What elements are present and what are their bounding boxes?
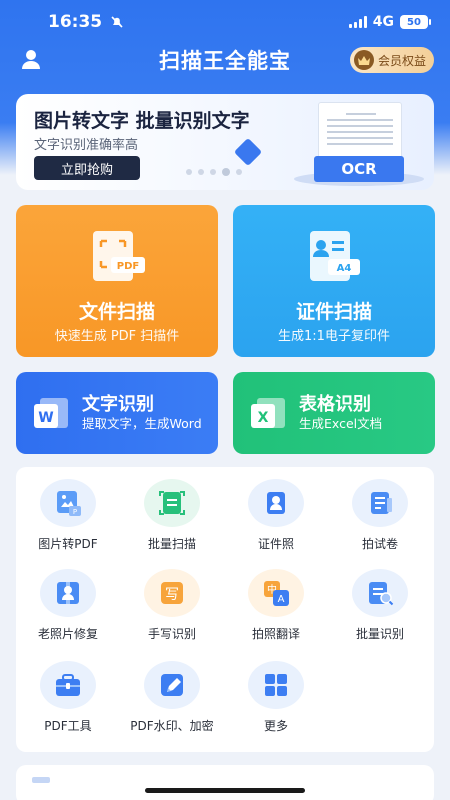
tool-id-photo[interactable]: 证件照 [224, 479, 328, 552]
tool-photo-translate[interactable]: 中A 拍照翻译 [224, 569, 328, 642]
id-scan-title: 证件扫描 [295, 301, 372, 323]
battery-icon: 50 [400, 15, 431, 29]
image-to-pdf-icon: P [57, 491, 81, 516]
id-photo-icon [267, 492, 285, 514]
tool-label: 拍试卷 [361, 537, 398, 551]
pdf-tag: PDF [117, 261, 139, 272]
file-scan-subtitle: 快速生成 PDF 扫描件 [54, 329, 180, 344]
tool-label: 批量扫描 [147, 537, 196, 551]
vip-benefits-button[interactable]: 会员权益 [349, 47, 434, 73]
tool-batch-recognize[interactable]: 批量识别 [328, 569, 432, 642]
app-title: 扫描王全能宝 [159, 49, 291, 73]
promo-banner[interactable]: 图片转文字 批量识别文字 文字识别准确率高 立即抢购 OCR [16, 94, 434, 190]
home-indicator[interactable] [145, 788, 305, 793]
vip-label: 会员权益 [377, 53, 426, 68]
tool-label: PDF水印、加密 [130, 719, 214, 733]
tools-panel: P 图片转PDF 批量扫描 证件照 拍试卷 老照片修复 写 手写识别 中A 拍照… [16, 467, 434, 752]
more-grid-icon [265, 674, 287, 696]
tool-label: 拍照翻译 [251, 627, 300, 641]
id-card-icon: A4 [310, 231, 360, 281]
table-recognition-card[interactable]: X 表格识别 生成Excel文档 [233, 372, 435, 454]
a4-tag: A4 [337, 263, 352, 274]
tool-label: 批量识别 [355, 627, 404, 641]
carousel-dots [186, 168, 242, 176]
tool-label: 图片转PDF [38, 537, 98, 551]
translate-en-glyph: A [278, 594, 285, 605]
status-bar: 16:35 4G 50 [0, 0, 450, 44]
batch-recognize-icon [369, 582, 394, 606]
file-scan-title: 文件扫描 [78, 301, 155, 323]
tool-label: 手写识别 [147, 627, 196, 641]
word-tag: W [38, 410, 53, 426]
tool-pdf-tools[interactable]: PDF工具 [16, 661, 120, 734]
watermark-icon [161, 674, 183, 696]
network-type: 4G [372, 14, 394, 30]
text-recognition-subtitle: 提取文字，生成Word [82, 416, 202, 431]
tool-handwriting[interactable]: 写 手写识别 [120, 569, 224, 642]
word-icon: W [34, 398, 68, 428]
excel-tag: X [258, 410, 269, 426]
tool-label: 更多 [263, 719, 288, 733]
tool-batch-scan[interactable]: 批量扫描 [120, 479, 224, 552]
photo-translate-icon: 中A [264, 581, 289, 606]
handwriting-icon: 写 [161, 582, 183, 604]
user-icon[interactable] [20, 48, 42, 70]
id-scan-card[interactable]: A4 证件扫描 生成1:1电子复印件 [233, 205, 435, 357]
svg-text:P: P [73, 508, 77, 516]
status-time: 16:35 [48, 12, 103, 32]
table-recognition-title: 表格识别 [299, 394, 371, 415]
tool-image-to-pdf[interactable]: P 图片转PDF [16, 479, 120, 552]
tool-more[interactable]: 更多 [224, 661, 328, 734]
banner-subtitle: 文字识别准确率高 [34, 138, 139, 153]
text-recognition-card[interactable]: W 文字识别 提取文字，生成Word [16, 372, 218, 454]
photo-restore-icon [57, 582, 79, 604]
tool-label: 老照片修复 [37, 627, 98, 641]
scan-diamond-icon [233, 137, 263, 167]
tool-label: PDF工具 [44, 719, 92, 733]
silent-bell-icon [111, 16, 123, 28]
bottom-panel [16, 765, 434, 800]
exam-paper-icon [371, 492, 392, 514]
tool-label: 证件照 [257, 537, 294, 551]
excel-icon: X [251, 398, 285, 428]
text-recognition-title: 文字识别 [82, 394, 154, 415]
pdf-scan-icon: PDF [93, 231, 145, 281]
handwriting-glyph: 写 [165, 587, 179, 603]
table-recognition-subtitle: 生成Excel文档 [299, 416, 383, 431]
buy-now-button[interactable]: 立即抢购 [34, 156, 140, 180]
ocr-badge: OCR [314, 156, 404, 182]
id-scan-subtitle: 生成1:1电子复印件 [278, 329, 390, 344]
signal-icon [348, 16, 367, 28]
toolbox-icon [56, 674, 80, 696]
crown-icon [353, 50, 374, 70]
batch-scan-icon [159, 491, 185, 515]
tool-exam-paper[interactable]: 拍试卷 [328, 479, 432, 552]
partial-list-icon [32, 777, 50, 783]
tool-pdf-watermark[interactable]: PDF水印、加密 [120, 661, 224, 734]
title-bar: 扫描王全能宝 会员权益 [0, 44, 450, 76]
tool-photo-restore[interactable]: 老照片修复 [16, 569, 120, 642]
file-scan-card[interactable]: PDF 文件扫描 快速生成 PDF 扫描件 [16, 205, 218, 357]
banner-title: 图片转文字 批量识别文字 [34, 110, 250, 132]
